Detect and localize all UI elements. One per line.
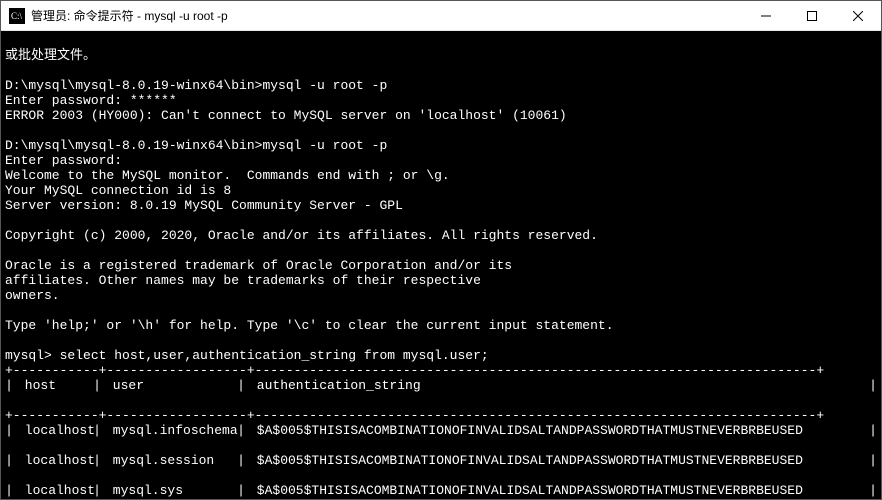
col-auth: authentication_string [245,378,869,393]
col-host: host [13,378,93,393]
table-row: | localhost| mysql.session| $A$005$THISI… [5,453,877,468]
output-line: Enter password: [5,153,122,168]
output-line: Enter password: ****** [5,93,177,108]
output-line: D:\mysql\mysql-8.0.19-winx64\bin>mysql -… [5,78,387,93]
output-line: Oracle is a registered trademark of Orac… [5,258,512,273]
output-line: 或批处理文件。 [5,48,96,63]
window-title: 管理员: 命令提示符 - mysql -u root -p [31,7,743,24]
maximize-button[interactable] [789,1,835,30]
window-controls [743,1,881,30]
output-line: ERROR 2003 (HY000): Can't connect to MyS… [5,108,567,123]
output-line: Your MySQL connection id is 8 [5,183,231,198]
svg-text:C:\: C:\ [11,11,23,21]
table-row: | localhost| mysql.sys| $A$005$THISISACO… [5,483,877,498]
output-line: owners. [5,288,60,303]
output-line: D:\mysql\mysql-8.0.19-winx64\bin>mysql -… [5,138,387,153]
query-line: mysql> select host,user,authentication_s… [5,348,489,363]
table-separator: +-----------+------------------+--------… [5,363,824,378]
minimize-button[interactable] [743,1,789,30]
titlebar[interactable]: C:\ 管理员: 命令提示符 - mysql -u root -p [1,1,881,31]
close-button[interactable] [835,1,881,30]
table-separator: +-----------+------------------+--------… [5,408,824,423]
output-line: Server version: 8.0.19 MySQL Community S… [5,198,403,213]
output-line: Type 'help;' or '\h' for help. Type '\c'… [5,318,614,333]
terminal-output[interactable]: 或批处理文件。 D:\mysql\mysql-8.0.19-winx64\bin… [1,31,881,499]
table-header-row: | host| user| authentication_string| [5,378,877,393]
table-row: | localhost| mysql.infoschema| $A$005$TH… [5,423,877,438]
output-line: affiliates. Other names may be trademark… [5,273,481,288]
col-user: user [101,378,237,393]
output-line: Welcome to the MySQL monitor. Commands e… [5,168,450,183]
cmd-icon: C:\ [9,8,25,24]
output-line: Copyright (c) 2000, 2020, Oracle and/or … [5,228,598,243]
